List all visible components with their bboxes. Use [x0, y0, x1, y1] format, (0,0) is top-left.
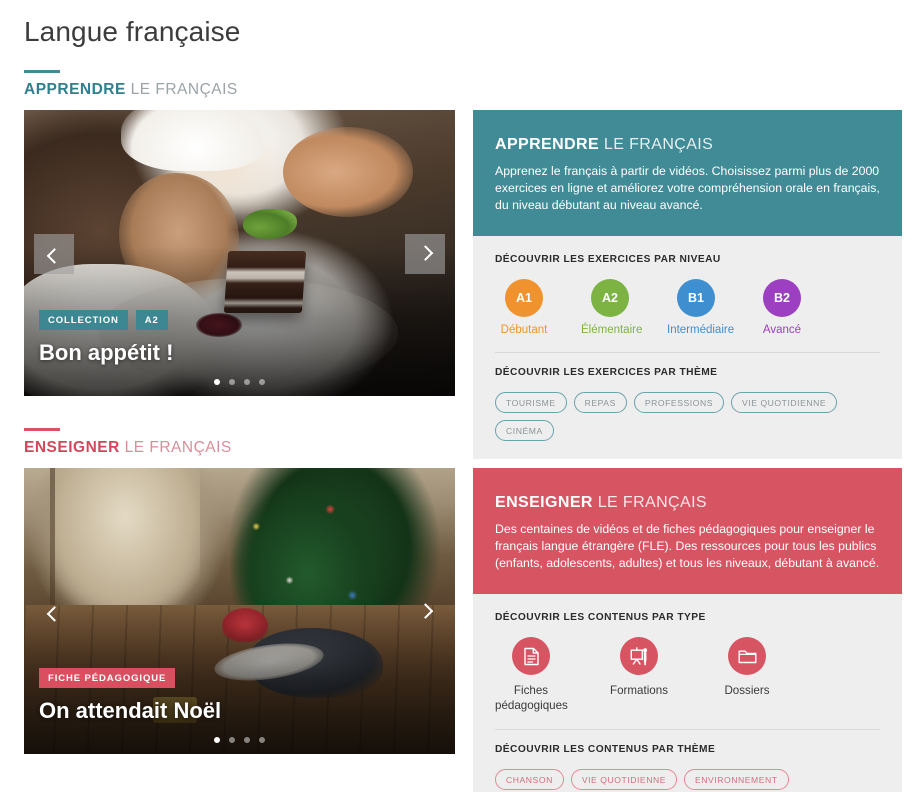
carousel-dot[interactable] [214, 379, 220, 385]
themes-label-learn: DÉCOUVRIR LES EXERCICES PAR THÈME [495, 367, 718, 378]
carousel-teach-prev-button[interactable] [34, 592, 74, 632]
themes-list-learn: TOURISME REPAS PROFESSIONS VIE QUOTIDIEN… [495, 392, 880, 441]
section-rule-teach [24, 428, 60, 431]
level-item-b2[interactable]: B2 Avancé [753, 279, 811, 336]
carousel-learn-title: Bon appétit ! [39, 340, 174, 365]
panel-teach-title: ENSEIGNER LE FRANÇAIS [495, 494, 880, 512]
carousel-dot[interactable] [259, 737, 265, 743]
chef-hand-shape [282, 127, 413, 218]
carousel-teach-badges: FICHE PÉDAGOGIQUE [39, 668, 176, 688]
level-name-b2: Avancé [762, 324, 802, 336]
types-list: Fiches pédagogiques Formations Dossiers [495, 637, 880, 713]
panel-teach: ENSEIGNER LE FRANÇAIS Des centaines de v… [473, 468, 902, 792]
level-item-b1[interactable]: B1 Intermédiaire [667, 279, 735, 336]
carousel-dot[interactable] [259, 379, 265, 385]
theme-pill[interactable]: CHANSON [495, 769, 564, 790]
chef-hat-shape [121, 110, 272, 171]
theme-pill[interactable]: VIE QUOTIDIENNE [570, 769, 677, 790]
folder-icon [728, 637, 766, 675]
panel-teach-header: ENSEIGNER LE FRANÇAIS Des centaines de v… [473, 468, 902, 594]
type-name-fiches-pedagogiques: Fiches pédagogiques [495, 684, 568, 712]
panel-teach-title-rest: LE FRANÇAIS [592, 494, 708, 511]
section-rule-learn [24, 70, 60, 73]
carousel-teach-dots[interactable] [24, 737, 455, 743]
chevron-left-icon [46, 605, 62, 622]
theme-pill[interactable]: PROFESSIONS [633, 392, 724, 413]
levels-label: DÉCOUVRIR LES EXERCICES PAR NIVEAU [495, 254, 721, 265]
type-name-formations: Formations [610, 684, 668, 697]
panel-learn-header: APPRENDRE LE FRANÇAIS Apprenez le frança… [473, 110, 902, 236]
page-title: Langue française [24, 16, 241, 47]
types-label: DÉCOUVRIR LES CONTENUS PAR TYPE [495, 612, 706, 623]
level-badge-a2: A2 [591, 279, 629, 317]
levels-list: A1 Débutant A2 Élémentaire B1 Intermédia… [495, 279, 880, 336]
carousel-teach-next-button[interactable] [405, 592, 445, 632]
theme-pill[interactable]: TOURISME [495, 392, 567, 413]
panel-teach-body: DÉCOUVRIR LES CONTENUS PAR TYPE Fiches p… [473, 594, 902, 792]
window-shape [49, 468, 200, 607]
page-root: Langue française APPRENDRE LE FRANÇAIS C… [0, 0, 923, 792]
panel-learn-title: APPRENDRE LE FRANÇAIS [495, 136, 880, 154]
mint-garnish-shape [242, 209, 297, 240]
presentation-board-icon [620, 637, 658, 675]
badge-level: A2 [135, 310, 168, 330]
section-header-teach: ENSEIGNER LE FRANÇAIS [24, 439, 232, 457]
section-header-teach-rest: LE FRANÇAIS [119, 439, 232, 456]
section-header-learn-rest: LE FRANÇAIS [125, 81, 238, 98]
carousel-learn-prev-button[interactable] [34, 234, 74, 274]
badge-collection: COLLECTION [39, 310, 128, 330]
panel-teach-divider [495, 729, 880, 730]
type-item-dossiers[interactable]: Dossiers [711, 637, 783, 713]
theme-pill[interactable]: CINÉMA [495, 420, 554, 441]
panel-teach-description: Des centaines de vidéos et de fiches péd… [495, 522, 880, 570]
panel-learn-title-strong: APPRENDRE [495, 136, 600, 153]
level-item-a2[interactable]: A2 Élémentaire [581, 279, 643, 336]
carousel-learn-next-button[interactable] [405, 234, 445, 274]
badge-fiche-pedagogique: FICHE PÉDAGOGIQUE [39, 668, 176, 688]
carousel-dot[interactable] [244, 737, 250, 743]
carousel-dot[interactable] [229, 379, 235, 385]
level-badge-a1: A1 [505, 279, 543, 317]
carousel-learn-badges: COLLECTION A2 [39, 310, 168, 330]
chevron-right-icon [417, 244, 433, 261]
section-header-teach-strong: ENSEIGNER [24, 439, 120, 456]
themes-list-teach: CHANSON VIE QUOTIDIENNE ENVIRONNEMENT GÉ… [495, 769, 880, 792]
level-item-a1[interactable]: A1 Débutant [495, 279, 553, 336]
carousel-dot[interactable] [244, 379, 250, 385]
theme-pill[interactable]: REPAS [573, 392, 627, 413]
carousel-learn[interactable]: COLLECTION A2 Bon appétit ! [24, 110, 455, 396]
section-header-learn: APPRENDRE LE FRANÇAIS [24, 81, 238, 99]
carousel-dot[interactable] [214, 737, 220, 743]
panel-learn-divider [495, 352, 880, 353]
level-name-a1: Débutant [500, 324, 548, 336]
level-name-a2: Élémentaire [581, 324, 643, 336]
panel-learn-body: DÉCOUVRIR LES EXERCICES PAR NIVEAU A1 Dé… [473, 236, 902, 459]
panel-learn: APPRENDRE LE FRANÇAIS Apprenez le frança… [473, 110, 902, 459]
themes-label-teach: DÉCOUVRIR LES CONTENUS PAR THÈME [495, 744, 716, 755]
chevron-left-icon [46, 247, 62, 264]
panel-learn-description: Apprenez le français à partir de vidéos.… [495, 164, 880, 212]
type-item-fiches-pedagogiques[interactable]: Fiches pédagogiques [495, 637, 568, 713]
carousel-teach[interactable]: FICHE PÉDAGOGIQUE On attendait Noël [24, 468, 455, 754]
level-name-b1: Intermédiaire [667, 324, 735, 336]
type-name-dossiers: Dossiers [724, 684, 770, 697]
panel-learn-title-rest: LE FRANÇAIS [599, 136, 714, 153]
section-header-learn-strong: APPRENDRE [24, 81, 126, 98]
level-badge-b1: B1 [677, 279, 715, 317]
theme-pill[interactable]: VIE QUOTIDIENNE [731, 392, 838, 413]
type-item-formations[interactable]: Formations [603, 637, 675, 713]
chevron-right-icon [417, 602, 433, 619]
document-icon [512, 637, 550, 675]
carousel-dot[interactable] [229, 737, 235, 743]
carousel-learn-dots[interactable] [24, 379, 455, 385]
carousel-teach-title: On attendait Noël [39, 698, 222, 723]
theme-pill[interactable]: ENVIRONNEMENT [684, 769, 789, 790]
level-badge-b2: B2 [763, 279, 801, 317]
panel-teach-title-strong: ENSEIGNER [495, 494, 593, 511]
